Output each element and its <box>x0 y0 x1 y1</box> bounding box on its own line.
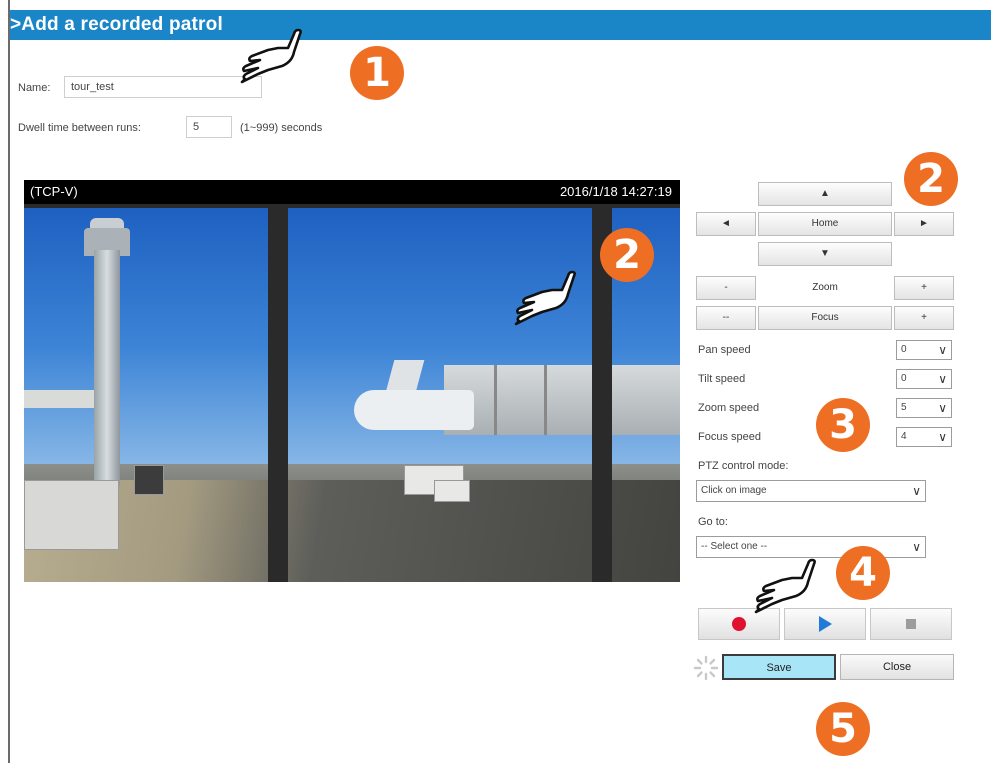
chevron-down-icon: ∨ <box>938 401 947 415</box>
focus-speed-label: Focus speed <box>698 431 761 443</box>
step-badge-4: 4 <box>836 546 890 600</box>
ptz-control-mode-value: Click on image <box>701 485 767 496</box>
window-frame-top <box>24 204 680 208</box>
chevron-down-icon: ∨ <box>938 430 947 444</box>
pointing-hand-icon <box>514 270 576 326</box>
goto-label: Go to: <box>698 516 728 528</box>
ptz-control-mode-select[interactable]: Click on image ∨ <box>696 480 926 502</box>
chevron-down-icon: ∨ <box>938 372 947 386</box>
page-title: >Add a recorded patrol <box>10 10 991 40</box>
window-mullion <box>268 204 288 582</box>
step-badge-2-video: 2 <box>600 228 654 282</box>
chevron-down-icon: ∨ <box>912 484 921 498</box>
airplane <box>354 390 474 430</box>
goto-select[interactable]: -- Select one -- ∨ <box>696 536 926 558</box>
pan-speed-label: Pan speed <box>698 344 751 356</box>
focus-auto-button[interactable]: Focus <box>758 306 892 330</box>
video-status-bar: (TCP-V) 2016/1/18 14:27:19 <box>24 180 680 204</box>
goto-value: -- Select one -- <box>701 541 768 552</box>
stream-label: (TCP-V) <box>30 184 78 199</box>
chevron-down-icon: ∨ <box>938 343 947 357</box>
tilt-down-button[interactable]: ▼ <box>758 242 892 266</box>
stop-button[interactable] <box>870 608 952 640</box>
dwell-time-input[interactable] <box>186 116 232 138</box>
pointing-hand-icon <box>754 558 816 614</box>
name-input[interactable] <box>64 76 262 98</box>
close-button[interactable]: Close <box>840 654 954 680</box>
jet-bridge <box>444 365 680 435</box>
home-button[interactable]: Home <box>758 212 892 236</box>
loading-spinner-icon <box>693 655 719 681</box>
pan-speed-value: 0 <box>901 344 907 355</box>
record-icon <box>732 617 746 632</box>
zoom-speed-label: Zoom speed <box>698 402 760 414</box>
focus-far-button[interactable]: + <box>894 306 954 330</box>
play-icon <box>818 616 832 633</box>
pan-speed-select[interactable]: 0 ∨ <box>896 340 952 360</box>
service-van <box>434 480 470 502</box>
focus-speed-select[interactable]: 4 ∨ <box>896 427 952 447</box>
tilt-up-button[interactable]: ▲ <box>758 182 892 206</box>
ptz-control-mode-label: PTZ control mode: <box>698 460 789 472</box>
cargo-containers <box>24 480 119 550</box>
zoom-speed-value: 5 <box>901 402 907 413</box>
dwell-time-label: Dwell time between runs: <box>18 122 141 134</box>
dwell-time-hint: (1~999) seconds <box>240 122 323 134</box>
zoom-label: Zoom <box>758 276 892 300</box>
tilt-speed-label: Tilt speed <box>698 373 746 385</box>
step-badge-1: 1 <box>350 46 404 100</box>
focus-near-button[interactable]: -- <box>696 306 756 330</box>
left-border <box>0 0 10 763</box>
video-timestamp: 2016/1/18 14:27:19 <box>559 184 672 199</box>
control-tower <box>94 250 120 486</box>
pan-left-button[interactable]: ◄ <box>696 212 756 236</box>
stop-icon <box>906 619 916 630</box>
focus-speed-value: 4 <box>901 431 907 442</box>
zoom-in-button[interactable]: + <box>894 276 954 300</box>
jet-bridge-strut <box>544 365 547 435</box>
zoom-out-button[interactable]: - <box>696 276 756 300</box>
zoom-speed-select[interactable]: 5 ∨ <box>896 398 952 418</box>
tilt-speed-select[interactable]: 0 ∨ <box>896 369 952 389</box>
tilt-speed-value: 0 <box>901 373 907 384</box>
step-badge-3: 3 <box>816 398 870 452</box>
step-badge-5: 5 <box>816 702 870 756</box>
step-badge-2-controls: 2 <box>904 152 958 206</box>
name-label: Name: <box>18 82 51 94</box>
live-video-view[interactable]: (TCP-V) 2016/1/18 14:27:19 <box>24 180 680 582</box>
terminal-building <box>24 390 94 408</box>
chevron-down-icon: ∨ <box>912 540 921 554</box>
pointing-hand-icon <box>240 28 302 84</box>
cargo-box <box>134 465 164 495</box>
jet-bridge-strut <box>494 365 497 435</box>
save-button[interactable]: Save <box>722 654 836 680</box>
pan-right-button[interactable]: ► <box>894 212 954 236</box>
video-tarmac <box>24 480 680 582</box>
